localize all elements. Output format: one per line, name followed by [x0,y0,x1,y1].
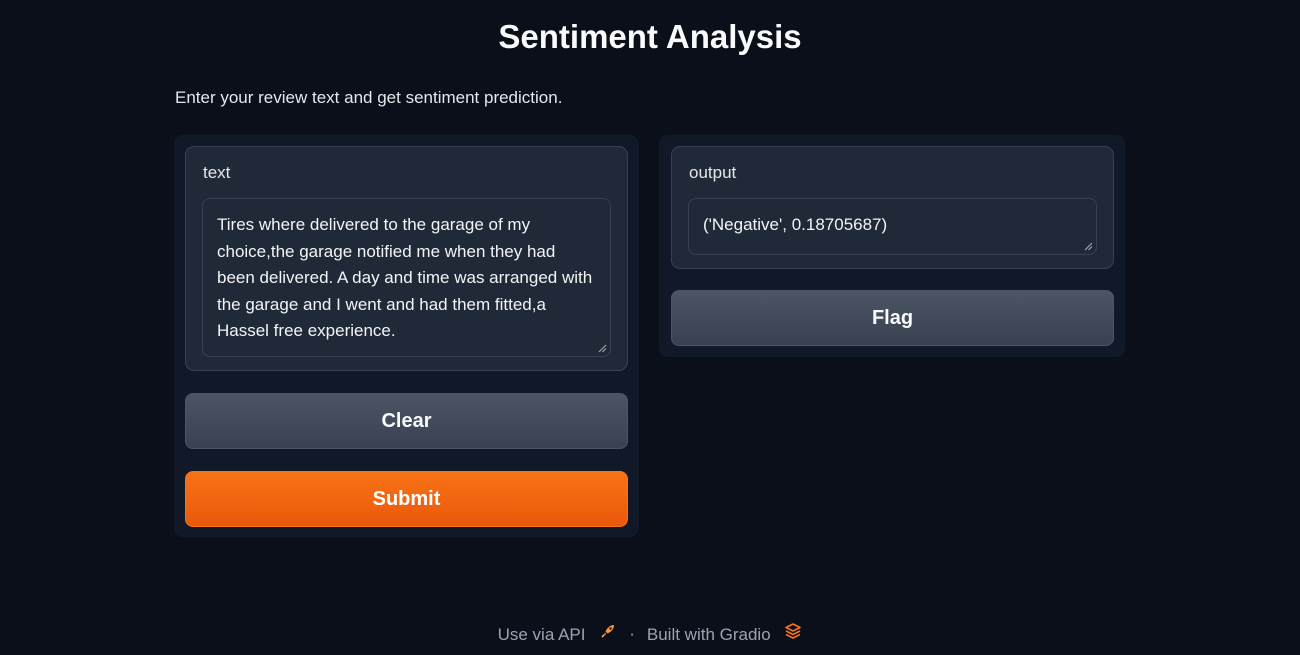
input-panel: text Tires where delivered to the garage… [174,135,639,537]
rocket-icon [599,622,617,640]
resize-handle-icon[interactable] [597,343,607,353]
gradio-link-label: Built with Gradio [646,625,771,644]
clear-button[interactable]: Clear [185,393,628,449]
api-link[interactable]: Use via API [498,622,618,645]
text-input-block: text Tires where delivered to the garage… [185,146,628,371]
output-panel: output ('Negative', 0.18705687) Flag [659,135,1125,357]
footer-separator: · [629,623,635,643]
resize-handle-icon[interactable] [1083,241,1093,251]
output-block: output ('Negative', 0.18705687) [671,146,1114,269]
flag-button[interactable]: Flag [671,290,1114,346]
text-input-value: Tires where delivered to the garage of m… [217,215,593,340]
footer: Use via API · Built with Gradio [0,622,1300,645]
page-title: Sentiment Analysis [498,18,802,55]
page-description: Enter your review text and get sentiment… [175,88,563,107]
output-label: output [689,163,737,182]
output-value: ('Negative', 0.18705687) [703,215,888,234]
gradio-logo-icon [784,622,802,640]
api-link-label: Use via API [497,625,586,644]
text-input-label: text [203,163,231,182]
gradio-link[interactable]: Built with Gradio [647,622,803,645]
submit-button[interactable]: Submit [185,471,628,527]
app-root: Sentiment Analysis Enter your review tex… [0,0,1300,655]
output-textbox[interactable]: ('Negative', 0.18705687) [688,198,1097,255]
text-input[interactable]: Tires where delivered to the garage of m… [202,198,611,357]
